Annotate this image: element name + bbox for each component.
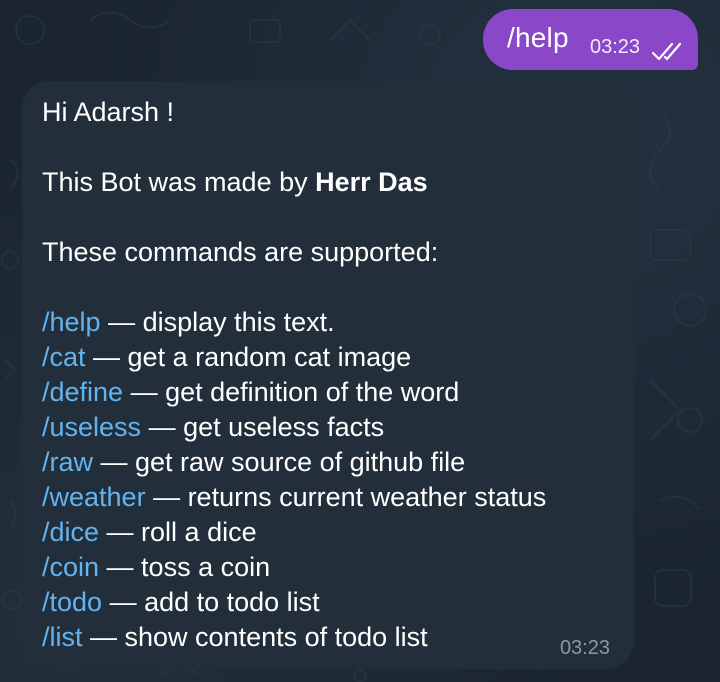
- command-link-coin[interactable]: /coin: [42, 552, 99, 582]
- command-link-weather[interactable]: /weather: [42, 482, 146, 512]
- command-link-list[interactable]: /list: [42, 622, 83, 652]
- command-row: /coin — toss a coin: [42, 550, 614, 585]
- command-row: /define — get definition of the word: [42, 375, 614, 410]
- command-row: /weather — returns current weather statu…: [42, 480, 614, 515]
- command-description: — roll a dice: [99, 517, 257, 547]
- supported-heading: These commands are supported:: [42, 237, 439, 267]
- command-description: — get definition of the word: [123, 377, 460, 407]
- command-link-dice[interactable]: /dice: [42, 517, 99, 547]
- incoming-message-time: 03:23: [559, 637, 610, 659]
- command-description: — get raw source of github file: [93, 447, 466, 477]
- command-description: — add to todo list: [102, 587, 320, 617]
- double-check-icon: [651, 42, 682, 61]
- command-link-cat[interactable]: /cat: [42, 342, 86, 372]
- command-row: /raw — get raw source of github file: [42, 445, 614, 480]
- command-link-define[interactable]: /define: [42, 377, 123, 407]
- outgoing-message-bubble[interactable]: /help 03:23: [483, 9, 698, 70]
- outgoing-message-text: /help: [507, 22, 569, 53]
- made-by-line: This Bot was made by Herr Das: [42, 165, 614, 200]
- command-link-help[interactable]: /help: [42, 307, 101, 337]
- command-link-useless[interactable]: /useless: [42, 412, 141, 442]
- made-by-prefix: This Bot was made by: [42, 167, 316, 197]
- command-row: /todo — add to todo list: [42, 585, 614, 620]
- command-description: — returns current weather status: [145, 482, 547, 512]
- command-link-raw[interactable]: /raw: [42, 447, 93, 477]
- command-description: — display this text.: [100, 307, 335, 337]
- command-description: — get useless facts: [141, 412, 385, 442]
- outgoing-message-time: 03:23: [590, 36, 641, 58]
- command-description: — toss a coin: [99, 552, 271, 582]
- command-row: /useless — get useless facts: [42, 410, 614, 445]
- command-row: /cat — get a random cat image: [42, 340, 614, 375]
- incoming-message-bubble[interactable]: Hi Adarsh ! This Bot was made by Herr Da…: [22, 81, 634, 669]
- made-by-name: Herr Das: [315, 167, 428, 197]
- command-link-todo[interactable]: /todo: [42, 587, 102, 617]
- command-description: — show contents of todo list: [82, 622, 428, 652]
- command-row: /help — display this text.: [42, 305, 614, 340]
- command-row: /list — show contents of todo list: [42, 620, 614, 655]
- command-description: — get a random cat image: [85, 342, 412, 372]
- command-row: /dice — roll a dice: [42, 515, 614, 550]
- greeting-text: Hi Adarsh !: [42, 97, 175, 127]
